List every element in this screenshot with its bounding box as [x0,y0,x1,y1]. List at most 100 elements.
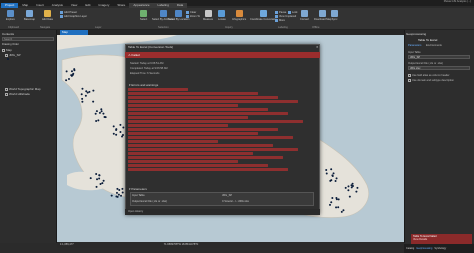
map-point[interactable] [81,100,84,103]
map-point[interactable] [102,179,105,182]
map-point[interactable] [118,188,121,191]
map-point[interactable] [98,174,101,177]
map-point[interactable] [337,198,340,201]
map-point[interactable] [89,177,92,180]
map-point[interactable] [120,194,123,197]
add-data-button[interactable]: Add Data [42,10,53,27]
map-point[interactable] [95,110,98,113]
domain-checkbox[interactable]: Use domain and subtype description [408,79,454,82]
map-point[interactable] [337,206,340,209]
tab-catalog[interactable]: Catalog [406,247,414,250]
tab-parameters[interactable]: Parameters [408,44,421,47]
map-point[interactable] [116,187,119,190]
map-point[interactable] [67,77,70,80]
add-graphics-layer-button[interactable]: Add Graphics Layer [60,15,87,18]
pause-button[interactable]: Pause [275,11,286,14]
output-file-field[interactable]: JRG.xlsx [408,66,470,70]
lock-button[interactable]: Lock [288,11,297,14]
map-point[interactable] [121,191,124,194]
input-table-field[interactable]: JRG_SP [408,55,470,59]
sync-button[interactable]: Sync [331,10,338,27]
select-button[interactable]: Select [140,10,147,27]
map-point[interactable] [121,187,124,190]
map-point[interactable] [351,185,354,188]
map-point[interactable] [325,168,328,171]
map-point[interactable] [95,119,98,122]
map-point[interactable] [103,116,106,119]
map-point[interactable] [92,100,95,103]
map-point[interactable] [81,97,84,100]
map-point[interactable] [96,178,99,181]
checkbox[interactable] [5,53,8,57]
measure-button[interactable]: Measure [203,10,213,27]
map-point[interactable] [84,94,87,97]
failure-toast[interactable]: Table To Excel failed View Details [411,234,472,244]
zoom-to-button[interactable]: Zoom To [186,15,200,18]
download-map-button[interactable]: Download Map [314,10,331,27]
map-point[interactable] [356,186,359,189]
map-point[interactable] [115,191,118,194]
map-point[interactable] [112,132,115,135]
map-point[interactable] [98,111,101,114]
map-point[interactable] [119,130,122,133]
tab-symbology[interactable]: Symbology [434,247,446,250]
map-point[interactable] [92,89,95,92]
infographics-button[interactable]: Infographics [232,10,246,27]
map-point[interactable] [70,70,73,73]
basemap-item[interactable]: World Topographic Map [5,87,41,91]
contents-search-input[interactable]: Search [2,37,54,41]
errors-section-header[interactable]: ▾ Errors and warnings [129,83,158,87]
scale-readout[interactable]: 1:1,056,477 [60,243,74,246]
coordinate-conversion-button[interactable]: Coordinate Conversion [250,10,277,27]
map-point[interactable] [330,168,333,171]
map-point[interactable] [88,90,91,93]
map-point[interactable] [101,182,104,185]
map-point[interactable] [115,133,118,136]
map-point[interactable] [347,189,350,192]
map-point[interactable] [112,125,115,128]
explore-button[interactable]: Explore [6,10,15,27]
convert-button[interactable]: Convert [300,10,309,27]
map-point[interactable] [119,123,122,126]
checkbox[interactable] [2,48,5,52]
map-point[interactable] [117,193,120,196]
map-point[interactable] [115,128,118,131]
map-point[interactable] [95,173,98,176]
map-point[interactable] [344,186,347,189]
map-point[interactable] [110,194,113,197]
map-point[interactable] [116,195,119,198]
tab-geoprocessing[interactable]: Geoprocessing [416,247,432,250]
map-point[interactable] [348,195,351,198]
add-preset-button[interactable]: Add Preset [60,11,77,14]
basemap-item[interactable]: World Hillshade [5,92,30,96]
map-point[interactable] [335,197,338,200]
map-point[interactable] [121,134,124,137]
map-point[interactable] [332,172,335,175]
map-point[interactable] [335,177,338,180]
map-point[interactable] [73,69,76,72]
clear-button[interactable]: Clear [186,11,196,14]
map-point[interactable] [80,93,83,96]
map-point[interactable] [100,108,103,111]
basemap-button[interactable]: Basemap [24,10,35,27]
map-point[interactable] [340,210,343,213]
map-point[interactable] [65,79,68,82]
map-point[interactable] [99,182,102,185]
locate-button[interactable]: Locate [218,10,226,27]
map-point[interactable] [331,174,334,177]
layer-tree-item[interactable]: JRG_SP [5,53,21,57]
map-tree-item[interactable]: Map [2,48,12,52]
map-point[interactable] [97,119,100,122]
map-point[interactable] [98,177,101,180]
parameters-section-header[interactable]: ▾ Parameters [129,187,147,191]
map-point[interactable] [71,73,74,76]
more-button[interactable]: More [275,19,285,22]
map-point[interactable] [95,185,98,188]
map-point[interactable] [342,209,345,212]
map-point[interactable] [100,110,103,113]
map-point[interactable] [81,87,84,90]
map-point[interactable] [325,172,328,175]
map-point[interactable] [347,185,350,188]
map-point[interactable] [330,179,333,182]
tab-environments[interactable]: Environments [426,44,442,47]
